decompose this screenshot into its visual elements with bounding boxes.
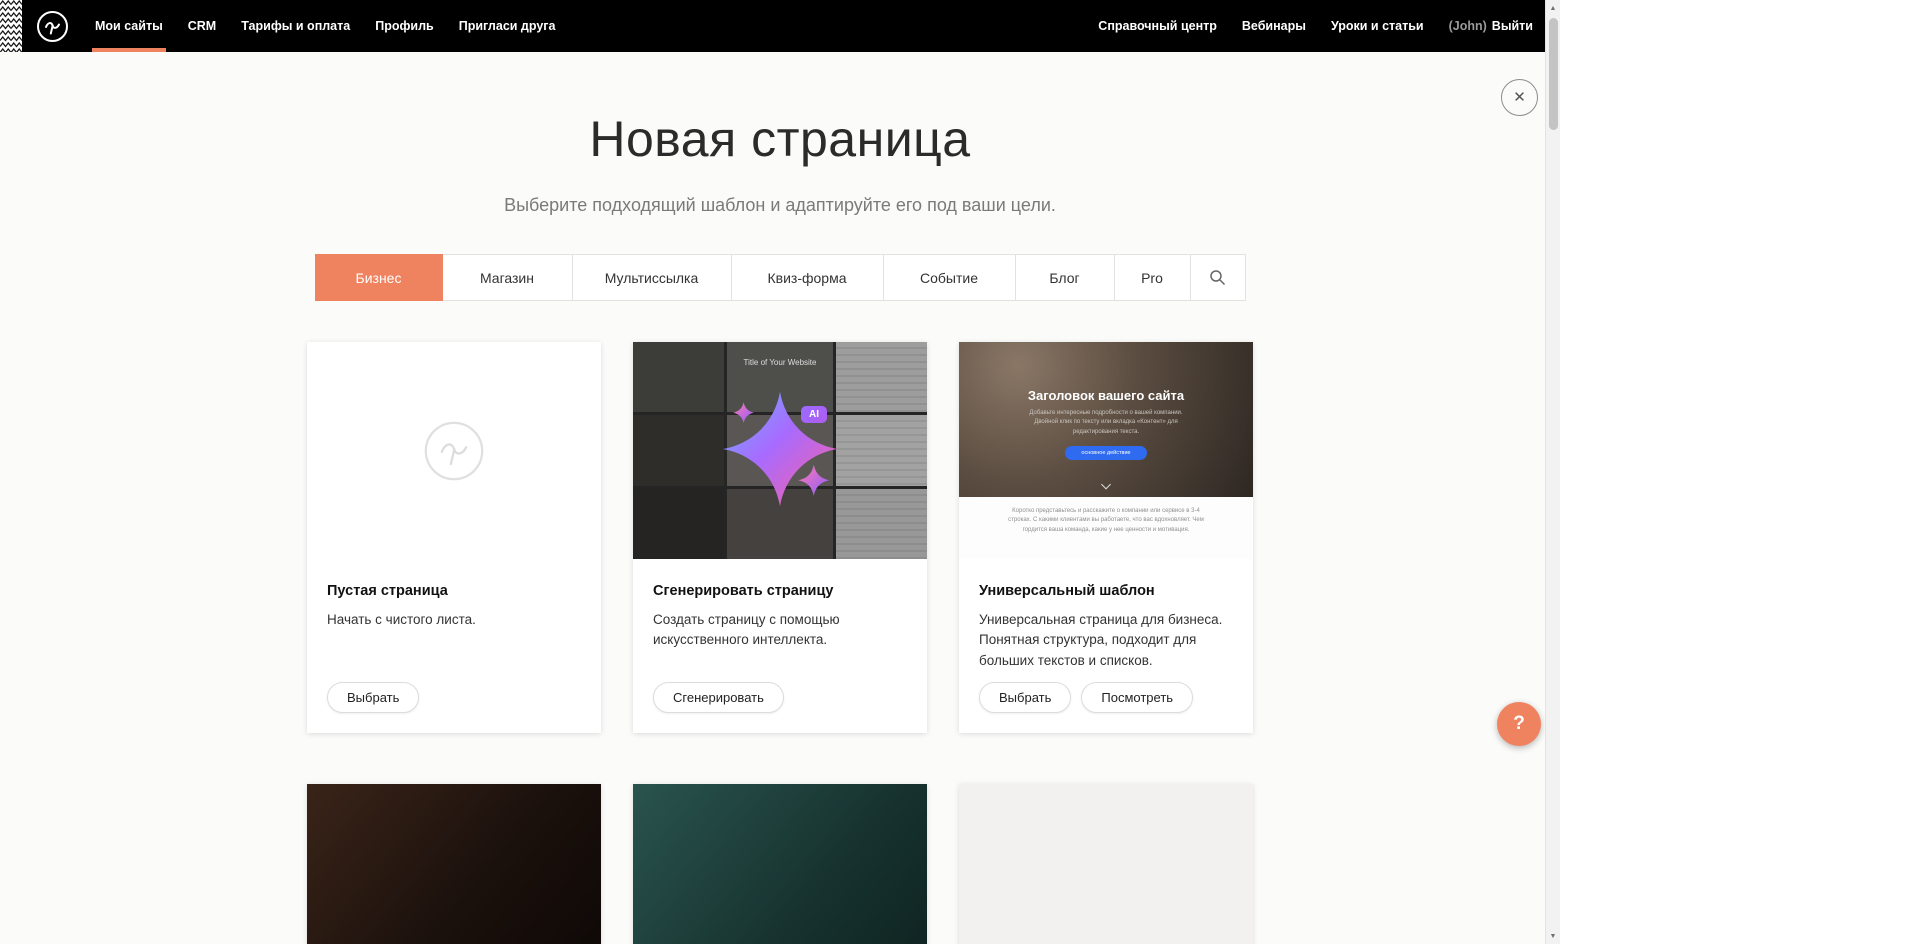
logout-link[interactable]: Выйти	[1492, 19, 1533, 33]
nav-help-center[interactable]: Справочный центр	[1098, 0, 1217, 52]
nav-crm[interactable]: CRM	[188, 0, 216, 52]
collage-caption: Title of Your Website	[633, 358, 927, 367]
generate-button[interactable]: Сгенерировать	[653, 682, 784, 713]
choose-universal-button[interactable]: Выбрать	[979, 682, 1071, 713]
template-cards-row-2	[0, 784, 1560, 944]
template-category-tabs: Бизнес Магазин Мультиссылка Квиз-форма С…	[0, 254, 1560, 301]
template-card-row2-1[interactable]	[307, 784, 601, 944]
nav-webinars[interactable]: Вебинары	[1242, 0, 1306, 52]
card-actions: Выбрать Посмотреть	[979, 682, 1233, 713]
ai-badge: AI	[801, 406, 827, 423]
view-universal-button[interactable]: Посмотреть	[1081, 682, 1193, 713]
template-preview-image	[307, 784, 601, 944]
card-actions: Выбрать	[327, 682, 581, 713]
help-button[interactable]: ?	[1497, 702, 1541, 746]
card-body: Универсальный шаблон Универсальная стран…	[959, 559, 1253, 733]
tab-pro[interactable]: Pro	[1114, 254, 1191, 301]
nav-lessons[interactable]: Уроки и статьи	[1331, 0, 1424, 52]
card-description: Начать с чистого листа.	[327, 610, 581, 630]
ai-template-preview: Title of Your Website	[633, 342, 927, 559]
card-title: Сгенерировать страницу	[653, 583, 907, 599]
nav-profile[interactable]: Профиль	[375, 0, 434, 52]
tab-event[interactable]: Событие	[883, 254, 1016, 301]
template-preview-image	[959, 784, 1253, 944]
preview-hero-title: Заголовок вашего сайта	[1028, 388, 1184, 403]
tab-multilink[interactable]: Мультиссылка	[572, 254, 732, 301]
template-card-row2-2[interactable]	[633, 784, 927, 944]
template-preview-image	[633, 784, 927, 944]
main-nav: Мои сайты CRM Тарифы и оплата Профиль Пр…	[95, 0, 580, 52]
close-icon: ✕	[1513, 90, 1526, 105]
scroll-up-icon[interactable]: ▲	[1546, 0, 1561, 16]
preview-body-text: Коротко представьтесь и расскажите о ком…	[1008, 507, 1204, 559]
nav-my-sites[interactable]: Мои сайты	[95, 0, 163, 52]
scroll-down-icon[interactable]: ▼	[1546, 928, 1561, 944]
card-description: Создать страницу с помощью искусственног…	[653, 610, 907, 651]
top-navbar: Мои сайты CRM Тарифы и оплата Профиль Пр…	[0, 0, 1560, 52]
chevron-down-icon	[1101, 480, 1111, 490]
user-block: (John) Выйти	[1449, 19, 1533, 33]
tilda-logo-icon[interactable]	[36, 10, 69, 43]
card-description: Универсальная страница для бизнеса. Поня…	[979, 610, 1233, 671]
tab-business[interactable]: Бизнес	[315, 254, 443, 301]
zigzag-decoration	[0, 0, 22, 52]
page-subtitle: Выберите подходящий шаблон и адаптируйте…	[0, 195, 1560, 216]
close-button[interactable]: ✕	[1501, 79, 1538, 116]
blank-template-preview	[307, 342, 601, 559]
universal-template-preview: Заголовок вашего сайта Добавьте интересн…	[959, 342, 1253, 559]
template-card-blank: Пустая страница Начать с чистого листа. …	[307, 342, 601, 733]
card-title: Пустая страница	[327, 583, 581, 599]
app-viewport: Мои сайты CRM Тарифы и оплата Профиль Пр…	[0, 0, 1560, 944]
tab-blog[interactable]: Блог	[1015, 254, 1115, 301]
card-actions: Сгенерировать	[653, 682, 907, 713]
tilda-watermark-icon	[423, 420, 485, 482]
preview-hero-section: Заголовок вашего сайта Добавьте интересн…	[959, 342, 1253, 497]
tab-store[interactable]: Магазин	[442, 254, 573, 301]
preview-body-section: Коротко представьтесь и расскажите о ком…	[959, 497, 1253, 559]
card-body: Сгенерировать страницу Создать страницу …	[633, 559, 927, 733]
ai-sparkle-icon	[715, 384, 845, 519]
nav-invite-friend[interactable]: Пригласи друга	[459, 0, 556, 52]
nav-pricing[interactable]: Тарифы и оплата	[241, 0, 350, 52]
choose-blank-button[interactable]: Выбрать	[327, 682, 419, 713]
tab-quiz-form[interactable]: Квиз-форма	[731, 254, 884, 301]
scrollbar[interactable]: ▲ ▼	[1545, 0, 1560, 944]
preview-hero-text: Добавьте интересные подробности о вашей …	[1020, 409, 1192, 437]
zigzag-pattern-icon	[0, 0, 22, 52]
user-name: (John)	[1449, 19, 1487, 33]
card-title: Универсальный шаблон	[979, 583, 1233, 599]
template-card-universal: Заголовок вашего сайта Добавьте интересн…	[959, 342, 1253, 733]
template-card-ai-generate: Title of Your Website	[633, 342, 927, 733]
search-icon	[1209, 269, 1226, 286]
scrollbar-thumb[interactable]	[1549, 18, 1558, 130]
tab-search[interactable]	[1190, 254, 1246, 301]
template-cards-row-1: Пустая страница Начать с чистого листа. …	[0, 342, 1560, 733]
template-card-row2-3[interactable]	[959, 784, 1253, 944]
secondary-nav: Справочный центр Вебинары Уроки и статьи…	[1073, 0, 1560, 52]
card-body: Пустая страница Начать с чистого листа. …	[307, 559, 601, 733]
preview-hero-button: основное действие	[1065, 446, 1146, 460]
